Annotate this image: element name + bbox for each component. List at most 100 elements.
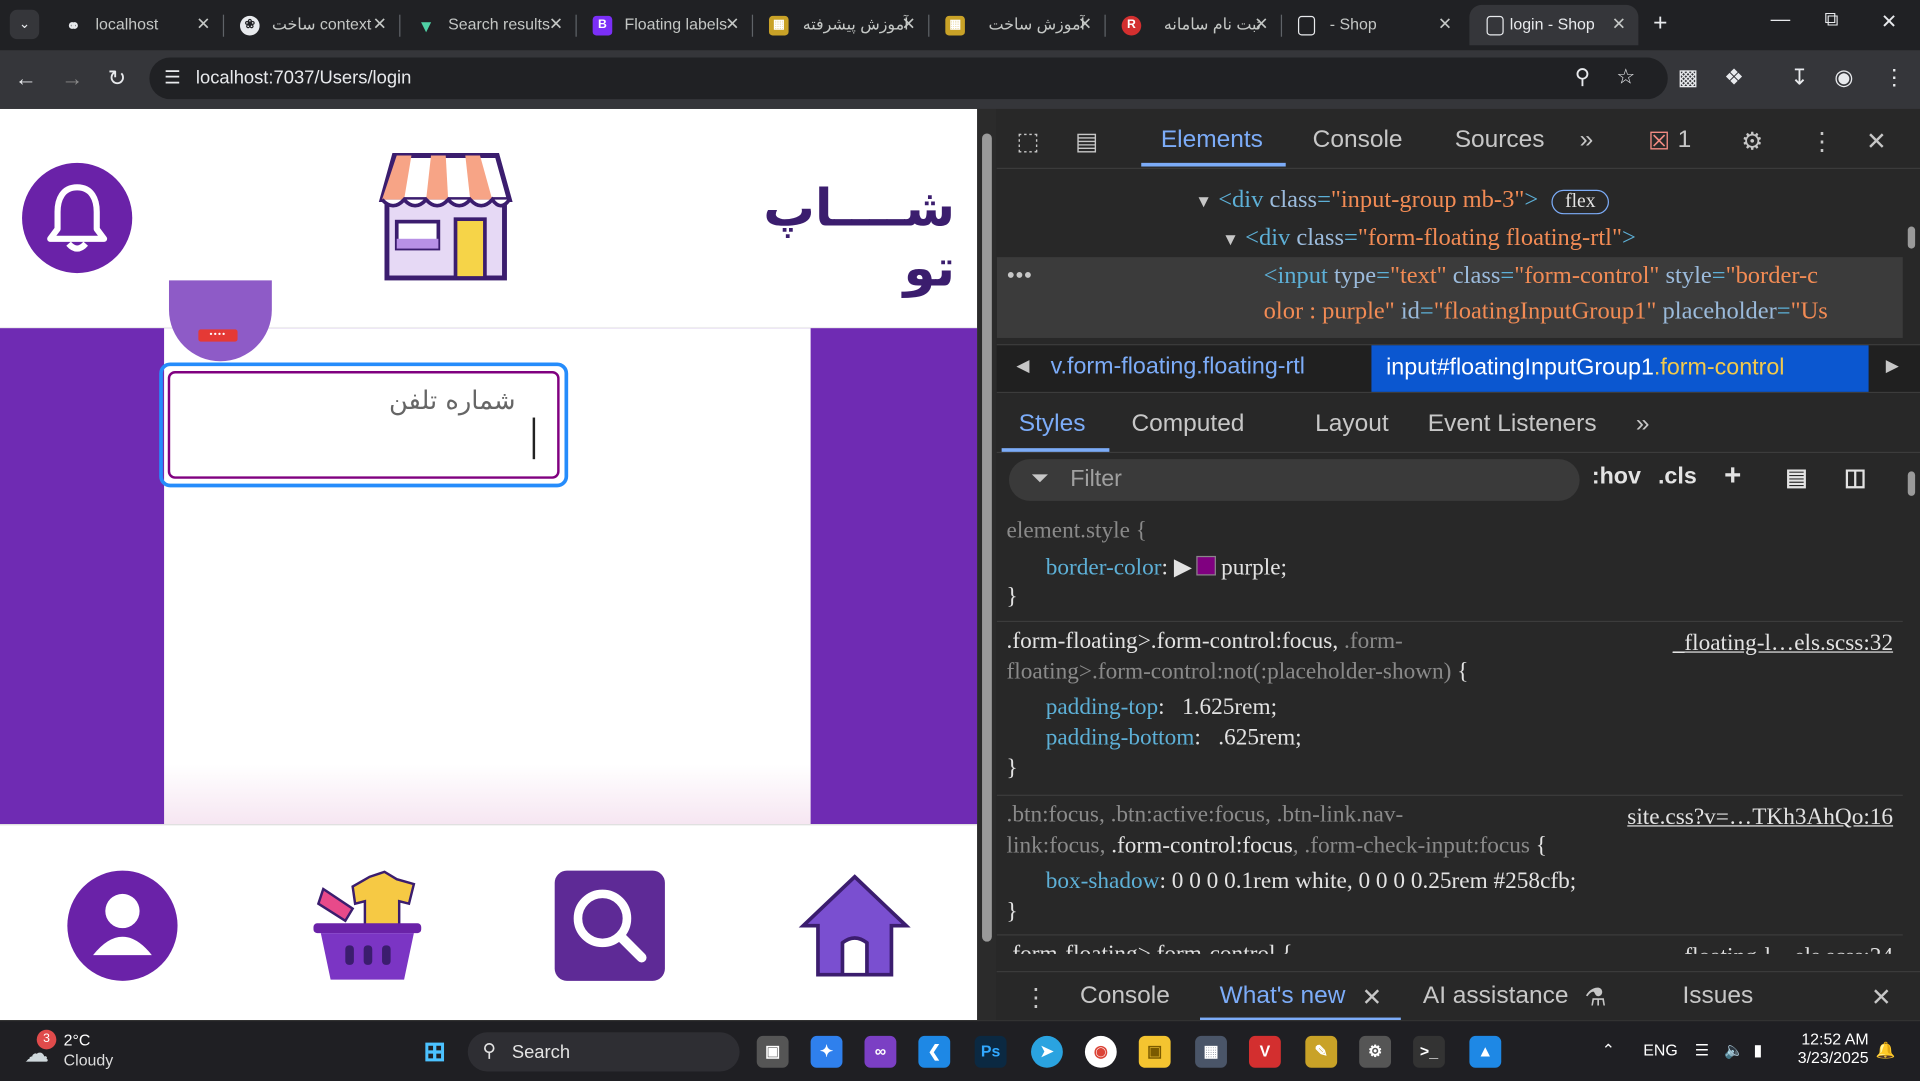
paint-icon[interactable]: ✎	[1305, 1035, 1338, 1068]
css-property[interactable]: box-shadow	[1046, 868, 1160, 894]
close-tab-icon[interactable]: ✕	[1612, 13, 1626, 34]
subtab-computed[interactable]: Computed	[1131, 410, 1244, 438]
cls-button[interactable]: .cls	[1658, 464, 1697, 491]
copilot-icon[interactable]: ✦	[810, 1035, 843, 1068]
flex-badge[interactable]: flex	[1551, 189, 1610, 215]
tab-search-dropdown[interactable]: ⌄	[9, 9, 40, 40]
browser-tab[interactable]: ▦ آموزش ساخت ✕	[928, 5, 1106, 45]
wifi-icon[interactable]: ☰	[1695, 1041, 1709, 1061]
visual-studio-icon[interactable]: ∞	[864, 1035, 897, 1068]
new-style-rule-icon[interactable]: +	[1724, 459, 1741, 493]
breadcrumb-current[interactable]: input#floatingInputGroup1.form-control	[1371, 345, 1869, 392]
drawer-tab-whats-new[interactable]: What's new	[1220, 982, 1346, 1010]
close-tab-icon[interactable]: ✕	[902, 13, 916, 34]
close-tab-icon[interactable]: ✕	[1254, 13, 1268, 34]
close-drawer-icon[interactable]: ✕	[1871, 982, 1892, 1013]
settings-icon[interactable]: ⚙	[1359, 1035, 1392, 1068]
browser-tab-active[interactable]: login - Shop ✕	[1469, 4, 1639, 46]
css-property[interactable]: padding-bottom	[1046, 725, 1195, 751]
taskbar-search[interactable]: ⚲ Search	[467, 1032, 740, 1072]
close-tab-icon[interactable]: ✕	[373, 13, 387, 34]
rule-source-link[interactable]: _floating-l…els.scss:24	[1673, 944, 1893, 954]
page-scrollbar[interactable]	[977, 108, 997, 1021]
close-tab-icon[interactable]: ✕	[725, 13, 739, 34]
back-icon[interactable]: ←	[15, 66, 37, 92]
extensions-icon[interactable]: ❖	[1724, 65, 1744, 91]
close-tab-icon[interactable]: ✕	[1438, 13, 1452, 34]
address-bar[interactable]: ☰ localhost:7037/Users/login ⚲ ☆	[149, 57, 1668, 100]
browser-tab[interactable]: B Floating labels ✕	[576, 5, 754, 45]
breadcrumb-parent[interactable]: v.form-floating.floating-rtl	[1051, 354, 1305, 381]
vscode-icon[interactable]: ❮	[918, 1035, 951, 1068]
azure-data-studio-icon[interactable]: ▲	[1469, 1035, 1502, 1068]
restore-icon[interactable]: ⧉	[1825, 10, 1839, 32]
dom-scrollbar[interactable]	[1903, 170, 1920, 337]
drawer-menu-icon[interactable]: ⋮	[1024, 982, 1048, 1013]
more-options-icon[interactable]: ⋮	[1810, 126, 1834, 157]
windows-start-icon[interactable]: ⊞	[419, 1036, 451, 1068]
paint-roller-icon[interactable]: ▤	[1785, 464, 1807, 492]
bookmark-star-icon[interactable]: ☆	[1616, 65, 1635, 89]
zoom-icon[interactable]: ⚲	[1575, 65, 1590, 89]
css-property[interactable]: padding-top	[1046, 694, 1158, 720]
subtab-styles[interactable]: Styles	[1019, 410, 1086, 438]
drawer-tab-ai-assistance[interactable]: AI assistance	[1423, 982, 1569, 1010]
shopping-basket-icon[interactable]	[309, 867, 427, 985]
breadcrumb-left-icon[interactable]: ◀	[1016, 355, 1029, 376]
browser-tab[interactable]: R ثبت نام سامانه ✕	[1104, 5, 1283, 45]
breadcrumb-right-icon[interactable]: ▶	[1886, 355, 1899, 376]
browser-tab[interactable]: ▼ Search results ✕	[399, 5, 577, 45]
more-subtabs-icon[interactable]: »	[1636, 410, 1650, 438]
dom-node-form-floating[interactable]: ▼ <div class="form-floating floating-rtl…	[1222, 224, 1636, 252]
download-icon[interactable]: ↧	[1790, 65, 1808, 91]
reload-icon[interactable]: ↻	[108, 66, 126, 92]
drawer-tab-issues[interactable]: Issues	[1682, 982, 1753, 1010]
rule-source-link[interactable]: site.css?v=…TKh3AhQo:16	[1627, 804, 1893, 831]
error-icon[interactable]: ☒	[1648, 126, 1670, 157]
browser-tab[interactable]: ⚭ localhost ✕	[47, 5, 225, 45]
close-tab-icon[interactable]: ✕	[1078, 13, 1092, 34]
more-tabs-icon[interactable]: »	[1580, 126, 1594, 154]
home-icon[interactable]	[798, 869, 911, 982]
subtab-event-listeners[interactable]: Event Listeners	[1428, 410, 1597, 438]
url-text[interactable]: localhost:7037/Users/login	[196, 67, 411, 88]
new-tab-button[interactable]: +	[1653, 10, 1667, 38]
rule-source-link[interactable]: _floating-l…els.scss:32	[1673, 631, 1893, 658]
vivaldi-icon[interactable]: V	[1248, 1035, 1281, 1068]
language-indicator[interactable]: ENG	[1643, 1041, 1677, 1059]
chrome-menu-icon[interactable]: ⋮	[1883, 65, 1905, 91]
subtab-layout[interactable]: Layout	[1315, 410, 1389, 438]
notifications-icon[interactable]: 🔔	[1876, 1041, 1896, 1061]
styles-filter-input[interactable]: ⏷ Filter	[1008, 459, 1580, 501]
tab-sources[interactable]: Sources	[1455, 126, 1545, 154]
error-count[interactable]: 1	[1678, 126, 1692, 154]
system-clock[interactable]: 12:52 AM 3/23/2025	[1795, 1030, 1869, 1067]
close-tab-icon[interactable]: ✕	[196, 13, 210, 34]
battery-icon[interactable]: ▮	[1753, 1041, 1762, 1061]
expand-arrow-icon[interactable]: ▼	[1222, 231, 1239, 249]
volume-icon[interactable]: 🔈	[1724, 1041, 1744, 1061]
close-window-icon[interactable]: ✕	[1881, 10, 1897, 34]
dom-node-input[interactable]: <input type="text" class="form-control" …	[1264, 262, 1818, 290]
calculator-icon[interactable]: ▦	[1195, 1035, 1227, 1068]
tray-overflow-icon[interactable]: ⌃	[1602, 1041, 1615, 1061]
color-swatch[interactable]	[1196, 555, 1217, 576]
drawer-tab-console[interactable]: Console	[1080, 982, 1170, 1010]
chrome-icon[interactable]: ◉	[1084, 1035, 1117, 1068]
forward-icon[interactable]: →	[61, 66, 83, 92]
toggle-sidebar-icon[interactable]: ◫	[1844, 464, 1866, 492]
site-info-icon[interactable]: ☰	[164, 66, 180, 88]
settings-gear-icon[interactable]: ⚙	[1741, 126, 1763, 157]
minimize-icon[interactable]: —	[1771, 10, 1791, 32]
ellipsis-icon[interactable]: •••	[1007, 262, 1033, 290]
notification-bell-button[interactable]	[22, 162, 133, 274]
user-icon[interactable]	[66, 869, 179, 982]
inspect-element-icon[interactable]: ⬚	[1016, 126, 1039, 157]
tab-console[interactable]: Console	[1313, 126, 1403, 154]
close-drawer-tab-icon[interactable]: ✕	[1362, 982, 1383, 1013]
hov-button[interactable]: :hov	[1592, 464, 1641, 491]
styles-scrollbar[interactable]	[1903, 457, 1920, 959]
dom-node-input-group[interactable]: ▼ <div class="input-group mb-3"> flex	[1195, 186, 1610, 215]
css-value[interactable]: 0 0 0 0.1rem white, 0 0 0 0.25rem #258cf…	[1172, 868, 1577, 894]
close-tab-icon[interactable]: ✕	[549, 13, 563, 34]
